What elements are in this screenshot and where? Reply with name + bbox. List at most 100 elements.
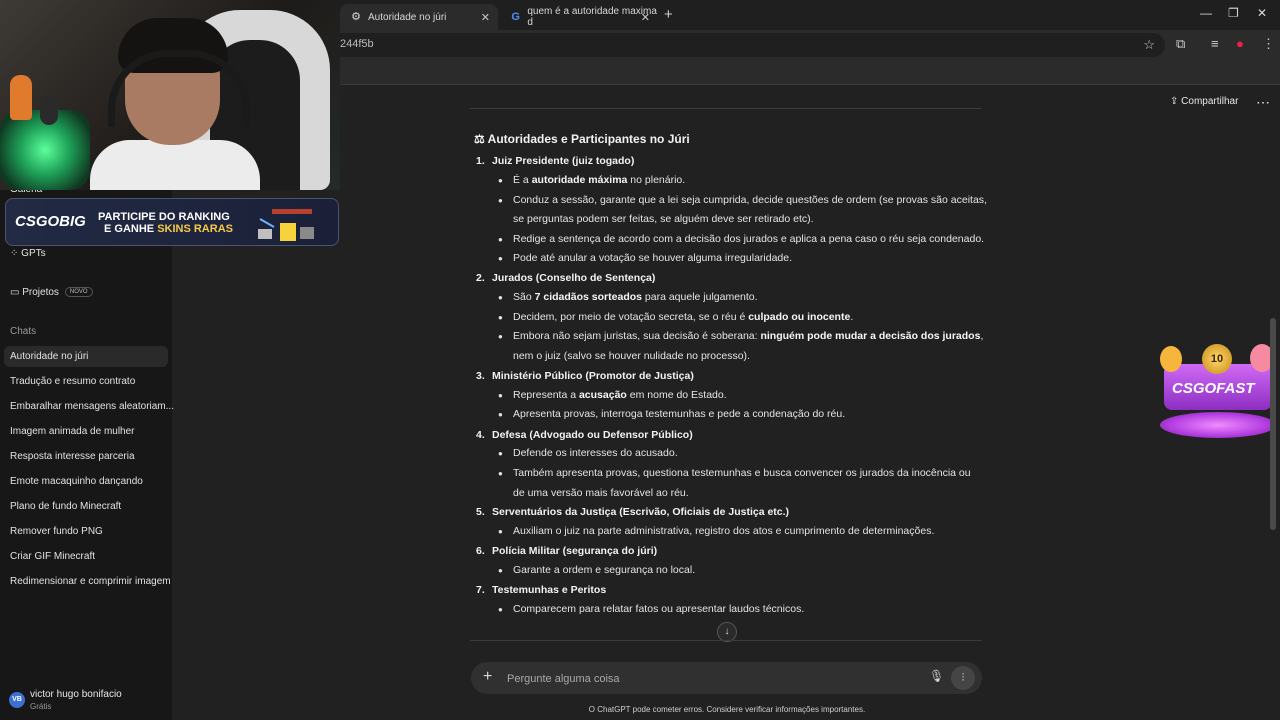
sponsor-banner[interactable]: CSGOBIG PARTICIPE DO RANKING E GANHE SKI… bbox=[5, 198, 339, 246]
disclaimer-text: O ChatGPT pode cometer erros. Considere … bbox=[588, 705, 866, 714]
close-tab-icon[interactable]: ✕ bbox=[641, 11, 650, 24]
sponsor-logo-text: CSGOFAST bbox=[1172, 380, 1255, 397]
list-line: de uma versão mais favorável ao réu. bbox=[513, 487, 689, 499]
bullet: ● bbox=[498, 391, 503, 400]
list-line: É a autoridade máxima no plenário. bbox=[513, 174, 685, 186]
gpts-grid-icon: ⁘ bbox=[10, 248, 22, 259]
bold-text: acusação bbox=[578, 389, 627, 401]
bookmark-star-icon[interactable]: ☆ bbox=[1143, 37, 1155, 53]
list-number: 4. bbox=[476, 429, 485, 441]
chat-item[interactable]: Emote macaquinho dançando bbox=[10, 476, 143, 487]
scroll-down-arrow-icon[interactable]: ↓ bbox=[717, 622, 737, 642]
bullet: ● bbox=[498, 410, 503, 419]
folder-icon: ▭ bbox=[10, 287, 23, 298]
webcam-overlay bbox=[0, 0, 340, 190]
microphone-icon[interactable]: 🎙 bbox=[929, 669, 944, 683]
chat-item[interactable]: Autoridade no júri bbox=[4, 346, 168, 367]
restore-icon[interactable]: ❐ bbox=[1228, 6, 1239, 20]
chat-item[interactable]: Remover fundo PNG bbox=[10, 526, 103, 537]
list-heading: Defesa (Advogado ou Defensor Público) bbox=[492, 429, 693, 441]
user-name[interactable]: victor hugo bonifacio bbox=[30, 689, 122, 700]
bullet: ● bbox=[498, 332, 503, 341]
bold-text: ninguém pode mudar a decisão dos jurados bbox=[760, 330, 981, 342]
ad-subline-highlight: SKINS RARAS bbox=[157, 223, 233, 235]
address-bar[interactable]: 244f5b ☆ bbox=[330, 33, 1165, 57]
coin-badge: 10 bbox=[1202, 344, 1232, 374]
text: É a bbox=[513, 174, 532, 186]
bullet: ● bbox=[498, 313, 503, 322]
list-line: Redige a sentença de acordo com a decisã… bbox=[513, 233, 985, 245]
window-close-icon[interactable]: ✕ bbox=[1257, 6, 1267, 20]
chat-item[interactable]: Embaralhar mensagens aleatoriam... bbox=[10, 401, 174, 412]
google-favicon-icon: G bbox=[511, 11, 520, 23]
tab-title: quem é a autoridade maxima d bbox=[527, 6, 657, 28]
section-title: ⚖ Autoridades e Participantes no Júri bbox=[474, 132, 690, 146]
chat-item[interactable]: Plano de fundo Minecraft bbox=[10, 501, 121, 512]
bullet: ● bbox=[498, 605, 503, 614]
list-line: se perguntas podem ser feitas, se alguém… bbox=[513, 213, 814, 225]
attach-plus-icon[interactable]: + bbox=[483, 668, 492, 686]
list-number: 3. bbox=[476, 370, 485, 382]
profile-icon[interactable]: ● bbox=[1236, 36, 1244, 51]
list-line: Garante a ordem e segurança no local. bbox=[513, 564, 696, 576]
chat-item[interactable]: Tradução e resumo contrato bbox=[10, 376, 135, 387]
list-line: Pode até anular a votação se houver algu… bbox=[513, 252, 793, 264]
text: . bbox=[850, 311, 854, 323]
list-line: Defende os interesses do acusado. bbox=[513, 447, 678, 459]
minimize-icon[interactable]: — bbox=[1200, 6, 1212, 20]
list-line: São 7 cidadãos sorteados para aquele jul… bbox=[513, 291, 758, 303]
close-tab-icon[interactable]: ✕ bbox=[481, 11, 490, 24]
voice-mode-icon[interactable]: ⫶ bbox=[951, 666, 975, 690]
tab-google-search[interactable]: G quem é a autoridade maxima d ✕ bbox=[500, 4, 658, 30]
bullet: ● bbox=[498, 293, 503, 302]
text: em nome do Estado. bbox=[626, 389, 727, 401]
bullet: ● bbox=[498, 196, 503, 205]
bold-text: 7 cidadãos sorteados bbox=[534, 291, 642, 303]
list-heading: Ministério Público (Promotor de Justiça) bbox=[492, 370, 694, 382]
browser-menu-icon[interactable]: ⋮ bbox=[1262, 36, 1275, 52]
scrollbar[interactable] bbox=[1270, 318, 1276, 530]
bullet: ● bbox=[498, 469, 503, 478]
sidebar-item-projects[interactable]: ▭ Projetos NOVO bbox=[10, 287, 93, 298]
media-control-icon[interactable]: ≡ bbox=[1211, 36, 1219, 51]
list-heading: Serventuários da Justiça (Escrivão, Ofic… bbox=[492, 506, 790, 518]
chat-item[interactable]: Imagem animada de mulher bbox=[10, 426, 135, 437]
list-line: Auxiliam o juiz na parte administrativa,… bbox=[513, 525, 935, 537]
chatgpt-favicon-icon: ⚙ bbox=[351, 11, 361, 23]
list-number: 7. bbox=[476, 584, 485, 596]
ad-logo: CSGOBIG bbox=[15, 213, 86, 230]
list-number: 5. bbox=[476, 506, 485, 518]
divider bbox=[470, 640, 982, 641]
list-heading: Polícia Militar (segurança do júri) bbox=[492, 545, 658, 557]
text: , bbox=[980, 330, 984, 342]
list-heading: Testemunhas e Peritos bbox=[492, 584, 607, 596]
scales-icon: ⚖ bbox=[474, 132, 488, 146]
prompt-input[interactable] bbox=[505, 668, 889, 690]
chat-item[interactable]: Redimensionar e comprimir imagem bbox=[10, 576, 171, 587]
bold-text: autoridade máxima bbox=[531, 174, 628, 186]
bullet: ● bbox=[498, 566, 503, 575]
list-line: Apresenta provas, interroga testemunhas … bbox=[513, 408, 846, 420]
extensions-icon[interactable]: ⧉ bbox=[1176, 36, 1185, 52]
ad-headline: PARTICIPE DO RANKING bbox=[98, 211, 230, 223]
divider bbox=[470, 108, 982, 109]
bullet: ● bbox=[498, 235, 503, 244]
text: São bbox=[513, 291, 535, 303]
chat-item[interactable]: Resposta interesse parceria bbox=[10, 451, 135, 462]
new-tab-plus-icon[interactable]: + bbox=[664, 6, 673, 23]
list-line: nem o juiz (salvo se houver nulidade no … bbox=[513, 350, 750, 362]
message-composer: + 🎙 ⫶ bbox=[471, 662, 982, 694]
figurine-shape bbox=[40, 95, 58, 125]
text: Representa a bbox=[513, 389, 579, 401]
bullet: ● bbox=[498, 449, 503, 458]
share-button[interactable]: ⇪ Compartilhar bbox=[1170, 96, 1238, 107]
balloon-shape bbox=[1160, 346, 1182, 372]
tab-autoridade-no-juri[interactable]: ⚙ Autoridade no júri ✕ bbox=[340, 4, 498, 30]
bullet: ● bbox=[498, 527, 503, 536]
list-line: Decidem, por meio de votação secreta, se… bbox=[513, 311, 853, 323]
chat-item[interactable]: Criar GIF Minecraft bbox=[10, 551, 95, 562]
new-badge: NOVO bbox=[64, 287, 93, 298]
sidebar-item-gpts[interactable]: ⁘ GPTs bbox=[10, 248, 46, 259]
more-options-icon[interactable]: ⋯ bbox=[1256, 94, 1270, 111]
ad-artwork-icon bbox=[258, 209, 314, 241]
